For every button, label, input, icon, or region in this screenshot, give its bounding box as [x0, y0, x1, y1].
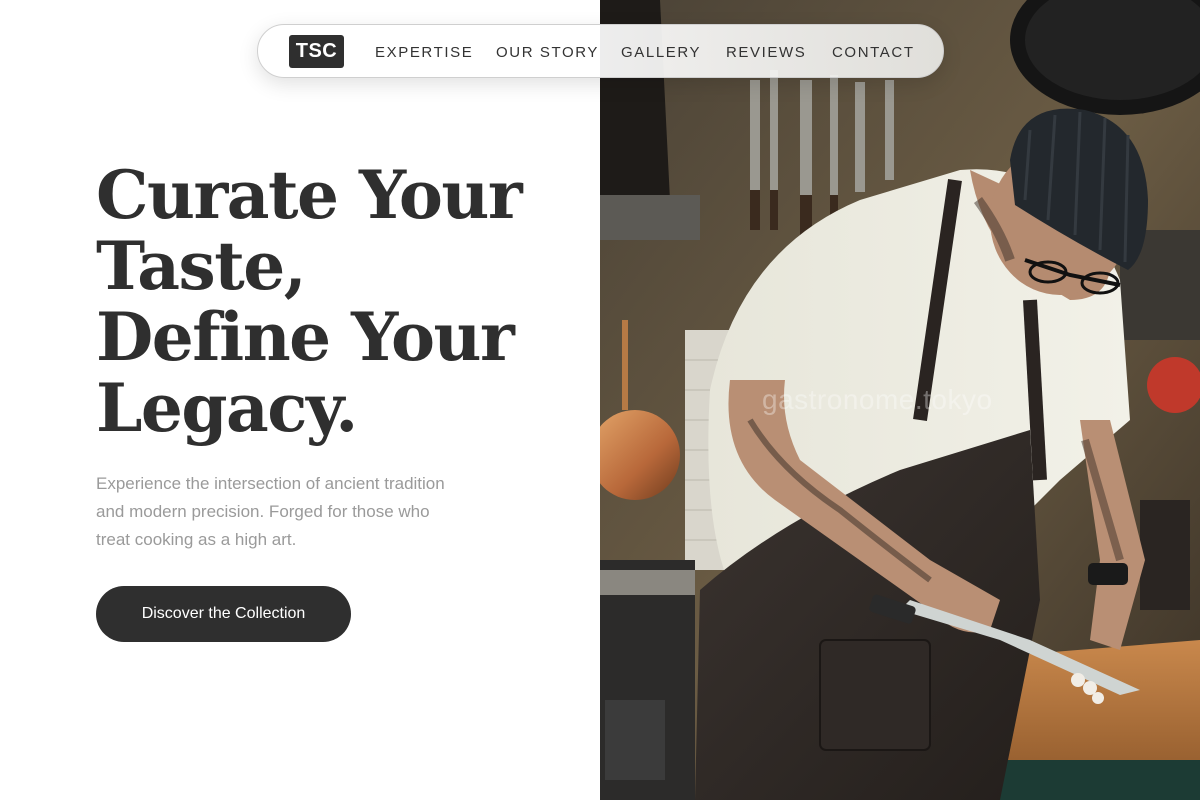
hero-description-line: Experience the intersection of ancient t… — [96, 474, 445, 493]
hero-description-line: treat cooking as a high art. — [96, 530, 297, 549]
hero-description: Experience the intersection of ancient t… — [96, 470, 516, 554]
hero-title: Curate Your Taste, Define Your Legacy. — [96, 160, 576, 444]
nav-link-our-story[interactable]: OUR STORY — [496, 25, 599, 79]
brand-logo[interactable]: TSC — [289, 35, 344, 68]
hero-title-line: Curate Your — [96, 156, 523, 234]
nav-link-contact[interactable]: CONTACT — [832, 25, 915, 79]
nav-link-reviews[interactable]: REVIEWS — [726, 25, 806, 79]
discover-collection-button[interactable]: Discover the Collection — [96, 586, 351, 642]
hero-title-line: Define Your — [96, 298, 515, 376]
nav-link-gallery[interactable]: GALLERY — [621, 25, 701, 79]
hero-left-panel: Curate Your Taste, Define Your Legacy. E… — [0, 0, 600, 800]
hero-title-line: Legacy. — [96, 369, 358, 447]
image-watermark: gastronome.tokyo — [762, 384, 993, 415]
nav-link-expertise[interactable]: EXPERTISE — [375, 25, 473, 79]
hero-description-line: and modern precision. Forged for those w… — [96, 502, 430, 521]
top-navigation: TSC EXPERTISE OUR STORY GALLERY REVIEWS … — [257, 24, 944, 78]
hero-title-line: Taste, — [96, 227, 307, 305]
hero-image: gastronome.tokyo — [600, 0, 1200, 800]
